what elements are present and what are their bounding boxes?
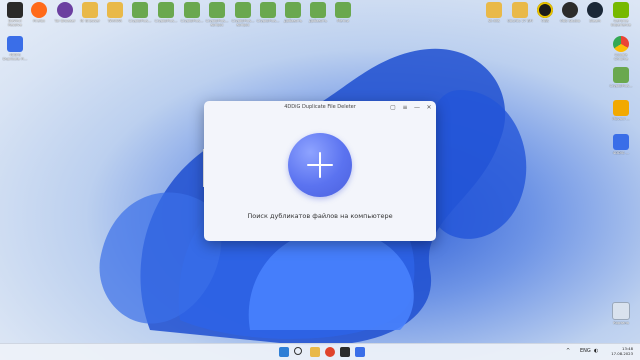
desktop-icon[interactable]: Steam [582,2,608,23]
desktop-icon[interactable]: CryptoPlus... [153,2,179,23]
desktop-icon[interactable]: CryptoPlus... вопрос [230,2,256,27]
system-clock[interactable]: 13:48 17.08.2023 [611,346,633,356]
app-icon [7,2,23,18]
spreadsheet-icon [235,2,251,18]
spreadsheet-icon [184,2,200,18]
4ddig-taskbar-icon[interactable] [355,347,365,357]
desktop-icon[interactable]: DaVinci Resolve [2,2,28,27]
desktop-icon[interactable]: Tor Browser [52,2,78,23]
file-explorer-icon[interactable] [310,347,320,357]
spreadsheet-icon [613,67,629,83]
spreadsheet-icon [335,2,351,18]
app-icon [31,2,47,18]
taskbar: ^ ENG ◐ 13:48 17.08.2023 [0,343,640,360]
network-icon[interactable]: ◐ [594,348,598,354]
minimize-button[interactable]: — [412,103,422,113]
spreadsheet-icon [209,2,225,18]
desktop-icon[interactable]: OBS [532,2,558,23]
desktop-icon[interactable]: CryptoPlus... [179,2,205,23]
desktop-icon[interactable]: Метки [330,2,356,23]
start-icon[interactable] [279,347,289,357]
desktop-icon[interactable]: Ubuntu 17 ВМ [507,2,533,23]
desktop-icon[interactable]: Movavi ... [608,100,634,121]
desktop-icon[interactable]: CryptoPlus... [255,2,281,23]
desktop-icon[interactable]: CryptoPlus... [127,2,153,23]
desktop-icon[interactable]: Nr Browser [77,2,103,23]
close-button[interactable]: ✕ [424,103,434,113]
app-window: 4DDiG Duplicate File Deleter ▢ ≡ — ✕ Пои… [204,101,436,241]
folder-icon [107,2,123,18]
folder-icon [486,2,502,18]
desktop-icon[interactable]: OBS Studio [557,2,583,23]
folder-icon [512,2,528,18]
app-icon [57,2,73,18]
app-icon [7,36,23,52]
desktop-icon-recycle-bin[interactable]: Корзина [608,302,634,325]
app-icon [613,134,629,150]
recycle-bin-icon [612,302,630,320]
desktop-icon[interactable]: Добавить [305,2,331,23]
desktop-icon[interactable]: sk-kits [481,2,507,23]
add-folder-button[interactable] [288,133,352,197]
title-bar[interactable]: 4DDiG Duplicate File Deleter ▢ ≡ — ✕ [204,101,436,115]
obs-icon [562,2,578,18]
feedback-icon[interactable]: ▢ [388,103,398,113]
spreadsheet-icon [132,2,148,18]
desktop-icon[interactable]: GeForce Experience [608,2,634,27]
menu-icon[interactable]: ≡ [400,103,410,113]
desktop-icon[interactable]: WinRAR [102,2,128,23]
desktop-icon[interactable]: 4DDiG ... [608,134,634,155]
folder-icon [82,2,98,18]
chrome-icon [613,36,629,52]
app-icon [537,2,553,18]
search-icon[interactable] [294,347,302,355]
scan-caption: Поиск дубликатов файлов на компьютере [247,212,393,220]
steam-icon [587,2,603,18]
desktop-icon[interactable]: CryptoPlus... [608,67,634,88]
spreadsheet-icon [158,2,174,18]
desktop-icon[interactable]: Firefox [26,2,52,23]
clock-date: 17.08.2023 [611,351,633,356]
desktop-icon[interactable]: CryptoPlus... вопрос [204,2,230,27]
browser-icon[interactable] [325,347,335,357]
spreadsheet-icon [260,2,276,18]
desktop-icon-4ddig[interactable]: 4DDiG Duplicate Fi... [2,36,28,61]
desktop-icon[interactable]: Google Chrome [608,36,634,61]
spreadsheet-icon [310,2,326,18]
spreadsheet-icon [285,2,301,18]
geforce-icon [613,2,629,18]
chevron-up-icon[interactable]: ^ [566,348,570,354]
app-icon[interactable] [340,347,350,357]
desktop-icon[interactable]: Добавить [280,2,306,23]
language-indicator[interactable]: ENG [580,348,591,354]
app-icon [613,100,629,116]
